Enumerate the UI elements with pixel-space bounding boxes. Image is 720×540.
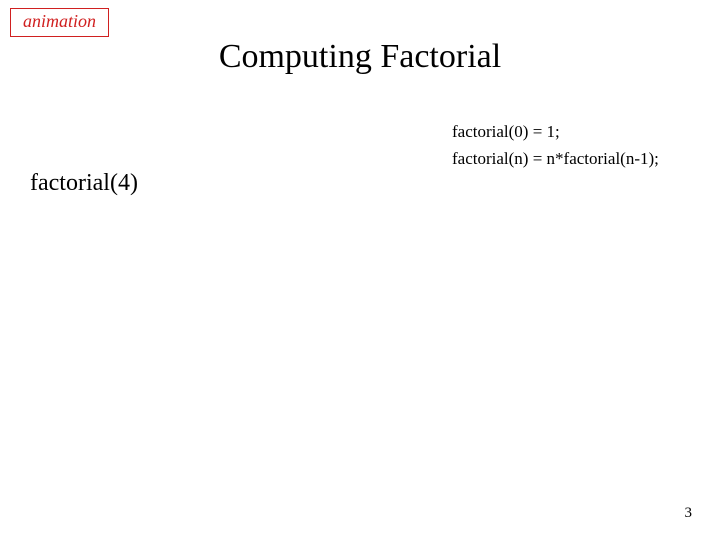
page-number: 3: [685, 505, 693, 522]
definition-recursive-case: factorial(n) = n*factorial(n-1);: [452, 145, 659, 172]
current-expression: factorial(4): [30, 170, 138, 197]
factorial-definition: factorial(0) = 1; factorial(n) = n*facto…: [452, 118, 659, 172]
animation-badge: animation: [10, 8, 109, 37]
definition-base-case: factorial(0) = 1;: [452, 118, 659, 145]
animation-badge-label: animation: [23, 11, 96, 31]
slide-title: Computing Factorial: [0, 38, 720, 76]
